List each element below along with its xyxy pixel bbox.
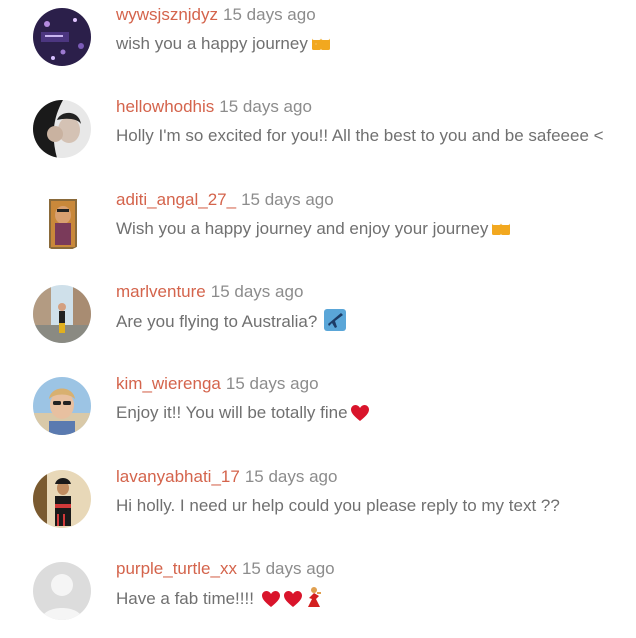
username[interactable]: aditi_angal_27_ xyxy=(116,190,236,209)
avatar-image xyxy=(33,377,91,435)
username[interactable]: lavanyabhati_17 xyxy=(116,467,240,486)
comment-body: Holly I'm so excited for you!! All the b… xyxy=(116,126,604,145)
comment-author[interactable]: hellowhodhis 15 days ago xyxy=(116,96,312,118)
timestamp: 15 days ago xyxy=(241,190,334,209)
timestamp: 15 days ago xyxy=(241,559,335,578)
avatar[interactable] xyxy=(33,8,91,66)
red-heart-icon xyxy=(350,404,370,429)
comment-author[interactable]: wywsjsznjdyz 15 days ago xyxy=(116,4,316,26)
username[interactable]: purple_turtle_xx xyxy=(116,559,237,578)
username[interactable]: hellowhodhis xyxy=(116,97,214,116)
timestamp: 15 days ago xyxy=(223,5,316,24)
avatar[interactable] xyxy=(33,100,91,158)
comment-item: marlventure 15 days ago Are you flying to… xyxy=(0,281,636,361)
beer-mugs-icon xyxy=(490,218,512,245)
comment-text: Have a fab time!!!! xyxy=(116,586,323,615)
dancer-icon xyxy=(305,586,323,615)
comment-author[interactable]: marlventure 15 days ago xyxy=(116,281,303,303)
username[interactable]: wywsjsznjdyz xyxy=(116,5,218,24)
airplane-icon xyxy=(324,309,347,338)
comment-text: Holly I'm so excited for you!! All the b… xyxy=(116,124,604,148)
beer-mugs-icon xyxy=(310,33,332,60)
timestamp: 15 days ago xyxy=(225,374,319,393)
avatar[interactable] xyxy=(33,562,91,620)
avatar-image xyxy=(33,100,91,158)
username[interactable]: kim_wierenga xyxy=(116,374,221,393)
default-avatar-icon xyxy=(33,562,91,620)
avatar-image xyxy=(33,285,91,343)
avatar[interactable] xyxy=(33,377,91,435)
comment-item: wywsjsznjdyz 15 days ago wish you a happy… xyxy=(0,4,636,84)
comment-text: wish you a happy journey xyxy=(116,32,332,60)
timestamp: 15 days ago xyxy=(244,467,338,486)
comment-item: kim_wierenga 15 days ago Enjoy it!! You w… xyxy=(0,373,636,453)
comment-body: Are you flying to Australia? xyxy=(116,312,323,331)
comment-list: wywsjsznjdyz 15 days ago wish you a happy… xyxy=(0,0,636,622)
comment-text: Are you flying to Australia? xyxy=(116,309,347,338)
timestamp: 15 days ago xyxy=(210,282,304,301)
avatar[interactable] xyxy=(33,193,91,251)
avatar-image xyxy=(33,8,91,66)
avatar[interactable] xyxy=(33,470,91,528)
comment-body: Wish you a happy journey and enjoy your … xyxy=(116,219,489,238)
comment-author[interactable]: purple_turtle_xx 15 days ago xyxy=(116,558,335,580)
timestamp: 15 days ago xyxy=(219,97,312,116)
avatar-image xyxy=(33,193,91,251)
comment-text: Enjoy it!! You will be totally fine xyxy=(116,401,370,429)
comment-body: Enjoy it!! You will be totally fine xyxy=(116,403,348,422)
comment-author[interactable]: kim_wierenga 15 days ago xyxy=(116,373,319,395)
comment-text: Wish you a happy journey and enjoy your … xyxy=(116,217,512,245)
comment-body: wish you a happy journey xyxy=(116,34,308,53)
comment-author[interactable]: lavanyabhati_17 15 days ago xyxy=(116,466,337,488)
comment-item: purple_turtle_xx 15 days ago Have a fab t… xyxy=(0,558,636,638)
comment-text: Hi holly. I need ur help could you pleas… xyxy=(116,494,560,518)
avatar[interactable] xyxy=(33,285,91,343)
red-heart-icon xyxy=(283,590,303,615)
comment-item: lavanyabhati_17 15 days ago Hi holly. I n… xyxy=(0,466,636,546)
comment-item: aditi_angal_27_ 15 days ago Wish you a ha… xyxy=(0,189,636,269)
comment-item: hellowhodhis 15 days ago Holly I'm so exc… xyxy=(0,96,636,176)
red-heart-icon xyxy=(261,590,281,615)
comment-author[interactable]: aditi_angal_27_ 15 days ago xyxy=(116,189,334,211)
comment-body: Have a fab time!!!! xyxy=(116,589,259,608)
comment-body: Hi holly. I need ur help could you pleas… xyxy=(116,496,560,515)
avatar-image xyxy=(33,470,91,528)
username[interactable]: marlventure xyxy=(116,282,206,301)
